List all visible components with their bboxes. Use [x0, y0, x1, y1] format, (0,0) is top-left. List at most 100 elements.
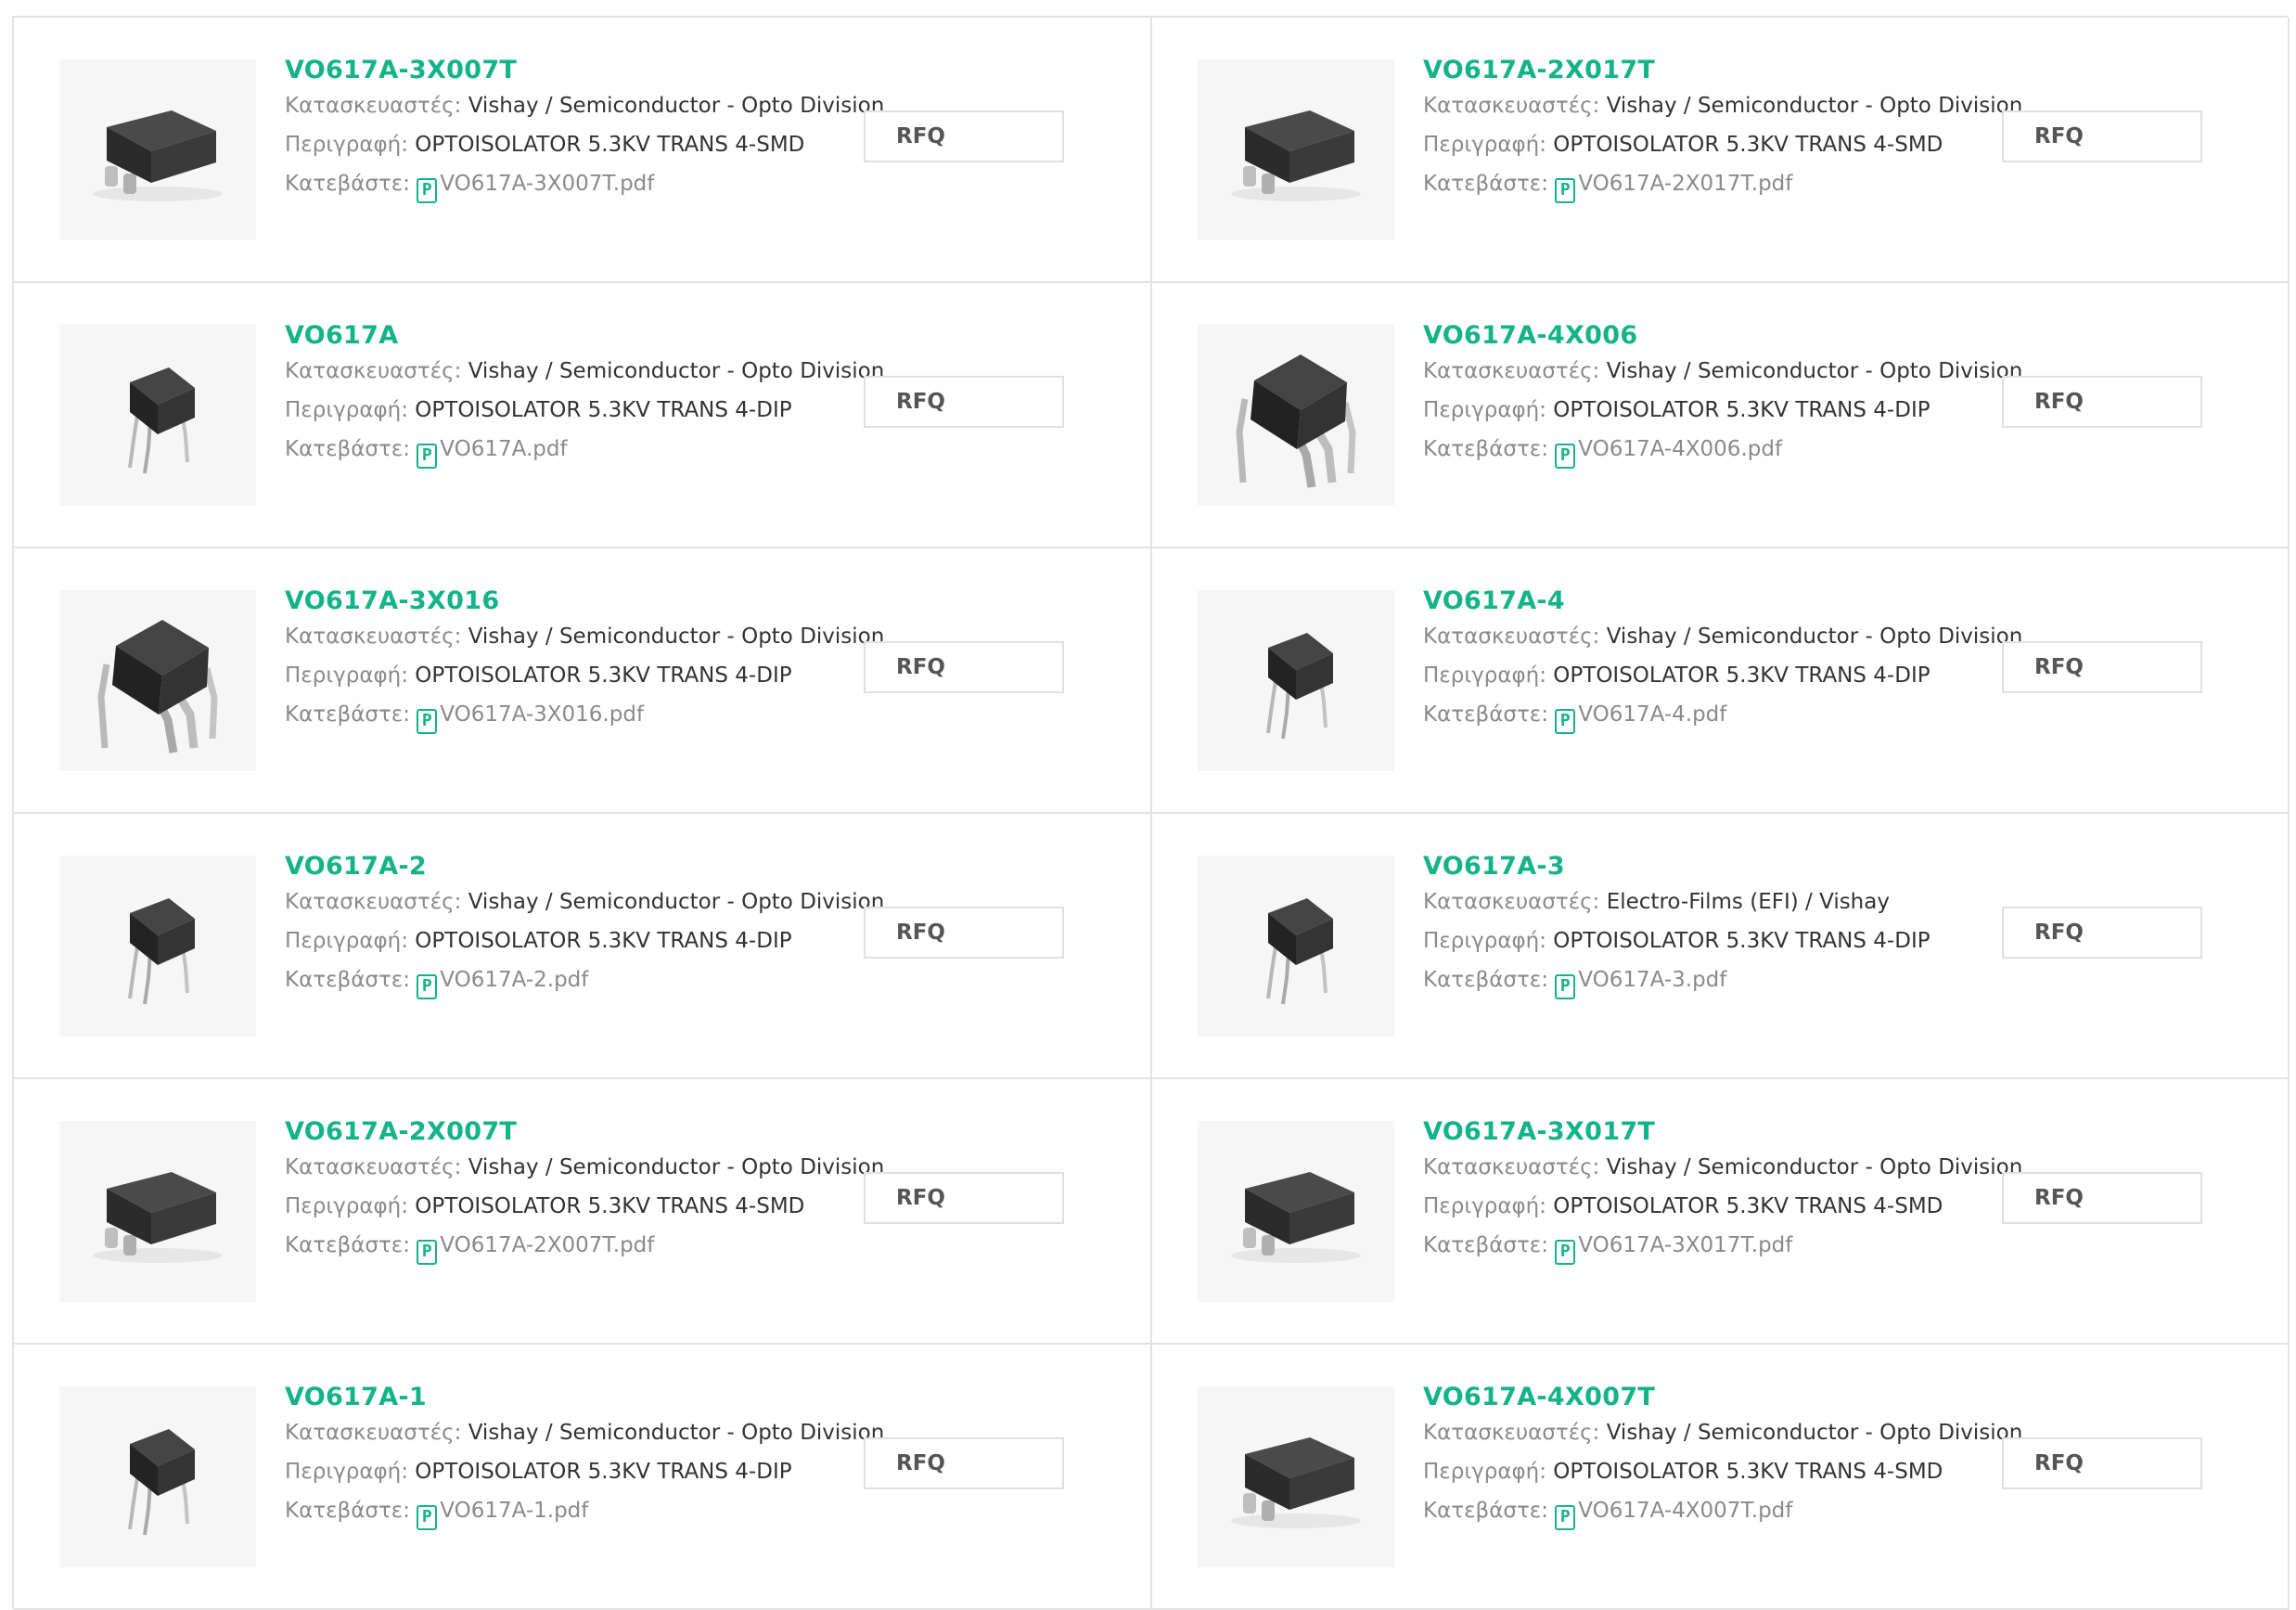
product-name-link[interactable]: VO617A-4X006 [1423, 320, 1998, 352]
product-image[interactable] [1198, 59, 1394, 240]
download-label: Κατεβάστε: [285, 702, 410, 727]
datasheet-link[interactable]: VO617A-3X016.pdf [440, 702, 644, 727]
product-image[interactable] [1198, 856, 1394, 1037]
product-image[interactable] [1198, 590, 1394, 771]
datasheet-link[interactable]: VO617A-3X007T.pdf [440, 172, 654, 196]
manufacturer-row: Κατασκευαστές: Vishay / Semiconductor - … [285, 1413, 884, 1452]
rfq-button[interactable]: RFQ [864, 376, 1064, 428]
manufacturer-value: Electro-Films (EFI) / Vishay [1606, 890, 1890, 914]
product-image[interactable] [1198, 1386, 1394, 1567]
manufacturer-value: Vishay / Semiconductor - Opto Division [1606, 94, 2023, 118]
product-name-link[interactable]: VO617A-4 [1423, 586, 1998, 617]
product-name-link[interactable]: VO617A-2 [285, 851, 860, 882]
datasheet-link[interactable]: VO617A.pdf [440, 437, 567, 461]
product-image[interactable] [1198, 325, 1394, 506]
description-row: Περιγραφή: OPTOISOLATOR 5.3KV TRANS 4-DI… [285, 656, 860, 695]
product-image[interactable] [1198, 1121, 1394, 1302]
download-label: Κατεβάστε: [285, 968, 410, 992]
description-value: OPTOISOLATOR 5.3KV TRANS 4-DIP [415, 1460, 792, 1484]
rfq-button[interactable]: RFQ [2002, 1172, 2202, 1224]
pdf-file-icon[interactable]: P [417, 444, 438, 469]
rfq-button[interactable]: RFQ [864, 1437, 1064, 1489]
rfq-button[interactable]: RFQ [2002, 1437, 2202, 1489]
rfq-button[interactable]: RFQ [864, 110, 1064, 162]
optocoupler-chip-image [1266, 897, 1333, 1004]
datasheet-link[interactable]: VO617A-3X017T.pdf [1578, 1233, 1792, 1257]
product-image[interactable] [59, 856, 256, 1037]
pdf-file-icon[interactable]: P [1555, 974, 1576, 999]
rfq-button[interactable]: RFQ [864, 641, 1064, 693]
description-value: OPTOISOLATOR 5.3KV TRANS 4-SMD [1553, 1460, 1943, 1484]
product-image[interactable] [59, 1386, 256, 1567]
product-name-link[interactable]: VO617A-3 [1423, 851, 1998, 882]
manufacturer-row: Κατασκευαστές: Vishay / Semiconductor - … [1423, 352, 2022, 391]
datasheet-link[interactable]: VO617A-1.pdf [440, 1499, 588, 1523]
datasheet-link[interactable]: VO617A-4.pdf [1578, 702, 1726, 727]
pdf-file-icon[interactable]: P [417, 974, 438, 999]
description-label: Περιγραφή: [285, 929, 408, 953]
manufacturer-value: Vishay / Semiconductor - Opto Division [468, 1421, 885, 1445]
product-image[interactable] [59, 59, 256, 240]
optocoupler-chip-image [1236, 354, 1356, 488]
pdf-file-icon[interactable]: P [417, 1505, 438, 1530]
datasheet-link[interactable]: VO617A-2X017T.pdf [1578, 172, 1792, 196]
product-info: VO617A-2X017T Κατασκευαστές: Vishay / Se… [1423, 55, 2022, 203]
rfq-button[interactable]: RFQ [864, 1172, 1064, 1224]
product-image[interactable] [59, 1121, 256, 1302]
description-label: Περιγραφή: [285, 1460, 408, 1484]
datasheet-link[interactable]: VO617A-2X007T.pdf [440, 1233, 654, 1257]
optocoupler-chip-image [1231, 1171, 1361, 1263]
datasheet-link[interactable]: VO617A-2.pdf [440, 968, 588, 992]
pdf-file-icon[interactable]: P [417, 709, 438, 734]
rfq-button[interactable]: RFQ [2002, 110, 2202, 162]
datasheet-link[interactable]: VO617A-4X007T.pdf [1578, 1499, 1792, 1523]
rfq-button[interactable]: RFQ [2002, 641, 2202, 693]
product-info: VO617A-4 Κατασκευαστές: Vishay / Semicon… [1423, 586, 2022, 734]
product-name-link[interactable]: VO617A-2X017T [1423, 55, 1998, 86]
pdf-file-icon[interactable]: P [1555, 1505, 1576, 1530]
product-name-link[interactable]: VO617A-2X007T [285, 1116, 860, 1148]
download-row: Κατεβάστε: P VO617A-2.pdf [285, 960, 860, 999]
description-value: OPTOISOLATOR 5.3KV TRANS 4-DIP [1553, 398, 1930, 422]
product-image[interactable] [59, 325, 256, 506]
pdf-file-icon[interactable]: P [417, 178, 438, 203]
rfq-button[interactable]: RFQ [2002, 907, 2202, 959]
product-card: VO617A-4X007T Κατασκευαστές: Vishay / Se… [1152, 1345, 2290, 1610]
download-label: Κατεβάστε: [1423, 702, 1548, 727]
description-row: Περιγραφή: OPTOISOLATOR 5.3KV TRANS 4-DI… [1423, 391, 1998, 430]
manufacturer-value: Vishay / Semiconductor - Opto Division [1606, 1421, 2023, 1445]
rfq-button[interactable]: RFQ [2002, 376, 2202, 428]
pdf-file-icon[interactable]: P [1555, 444, 1576, 469]
product-info: VO617A-3X017T Κατασκευαστές: Vishay / Se… [1423, 1116, 2022, 1265]
product-image[interactable] [59, 590, 256, 771]
description-label: Περιγραφή: [1423, 1194, 1546, 1218]
product-card: VO617A-4X006 Κατασκευαστές: Vishay / Sem… [1152, 283, 2290, 548]
manufacturer-value: Vishay / Semiconductor - Opto Division [468, 94, 885, 118]
manufacturer-label: Κατασκευαστές: [1423, 890, 1600, 914]
manufacturer-row: Κατασκευαστές: Vishay / Semiconductor - … [285, 882, 884, 921]
datasheet-link[interactable]: VO617A-3.pdf [1578, 968, 1726, 992]
product-name-link[interactable]: VO617A-3X016 [285, 586, 860, 617]
product-name-link[interactable]: VO617A-1 [285, 1382, 860, 1413]
pdf-file-icon[interactable]: P [417, 1240, 438, 1265]
datasheet-link[interactable]: VO617A-4X006.pdf [1578, 437, 1782, 461]
product-info: VO617A-2 Κατασκευαστές: Vishay / Semicon… [285, 851, 884, 999]
manufacturer-value: Vishay / Semiconductor - Opto Division [468, 359, 885, 383]
description-row: Περιγραφή: OPTOISOLATOR 5.3KV TRANS 4-SM… [285, 125, 860, 164]
product-name-link[interactable]: VO617A [285, 320, 860, 352]
manufacturer-label: Κατασκευαστές: [1423, 359, 1600, 383]
pdf-file-icon[interactable]: P [1555, 709, 1576, 734]
optocoupler-chip-image [128, 897, 195, 1004]
pdf-file-icon[interactable]: P [1555, 178, 1576, 203]
product-name-link[interactable]: VO617A-3X017T [1423, 1116, 1998, 1148]
optocoupler-chip-image [93, 1171, 223, 1263]
pdf-file-icon[interactable]: P [1555, 1240, 1576, 1265]
product-name-link[interactable]: VO617A-4X007T [1423, 1382, 1998, 1413]
description-row: Περιγραφή: OPTOISOLATOR 5.3KV TRANS 4-DI… [1423, 656, 1998, 695]
product-card: VO617A-3X007T Κατασκευαστές: Vishay / Se… [14, 18, 1152, 283]
rfq-button[interactable]: RFQ [864, 907, 1064, 959]
product-info: VO617A Κατασκευαστές: Vishay / Semicondu… [285, 320, 884, 469]
description-label: Περιγραφή: [285, 133, 408, 157]
description-value: OPTOISOLATOR 5.3KV TRANS 4-DIP [1553, 929, 1930, 953]
product-name-link[interactable]: VO617A-3X007T [285, 55, 860, 86]
